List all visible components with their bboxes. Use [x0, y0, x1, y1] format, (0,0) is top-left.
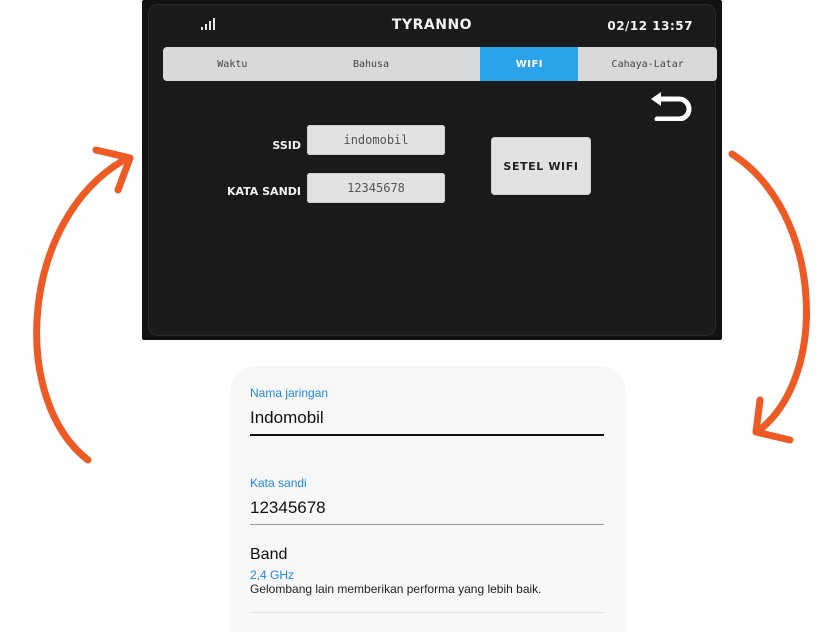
setel-wifi-button[interactable]: SETEL WIFI	[491, 137, 591, 195]
tab-bahasa[interactable]: Bahusa	[302, 47, 441, 81]
device-screen: TYRANNO 02/12 13:57 Waktu Bahusa WIFI Ca…	[142, 0, 722, 340]
back-arrow-icon[interactable]	[649, 91, 693, 121]
password-input[interactable]: 12345678	[250, 498, 326, 518]
network-name-underline	[250, 434, 604, 436]
status-bar: TYRANNO 02/12 13:57	[149, 5, 715, 39]
password-underline	[250, 524, 604, 525]
settings-tabbar: Waktu Bahusa WIFI Cahaya-Latar	[163, 47, 717, 81]
device-panel: TYRANNO 02/12 13:57 Waktu Bahusa WIFI Ca…	[148, 4, 717, 336]
left-arrow	[33, 156, 128, 464]
tab-wifi[interactable]: WIFI	[480, 47, 579, 81]
password-label: KATA SANDI	[226, 185, 301, 198]
password-label: Kata sandi	[250, 476, 307, 490]
phone-wifi-panel: Nama jaringan Indomobil Kata sandi 12345…	[230, 366, 626, 632]
band-note: Gelombang lain memberikan performa yang …	[250, 582, 542, 596]
band-value: 2,4 GHz	[250, 568, 295, 582]
tab-waktu[interactable]: Waktu	[163, 47, 302, 81]
ssid-label: SSID	[272, 139, 301, 152]
tab-cahaya-latar[interactable]: Cahaya-Latar	[578, 47, 717, 81]
network-name-label: Nama jaringan	[250, 386, 329, 400]
network-name-input[interactable]: Indomobil	[250, 408, 324, 428]
left-arrow-head	[92, 146, 134, 194]
right-arrow-head	[752, 396, 794, 444]
password-field[interactable]: 12345678	[307, 173, 445, 203]
right-arrow	[728, 150, 810, 432]
ssid-field[interactable]: indomobil	[307, 125, 445, 155]
device-datetime: 02/12 13:57	[607, 19, 693, 33]
band-title[interactable]: Band	[250, 546, 287, 564]
divider	[250, 612, 604, 613]
